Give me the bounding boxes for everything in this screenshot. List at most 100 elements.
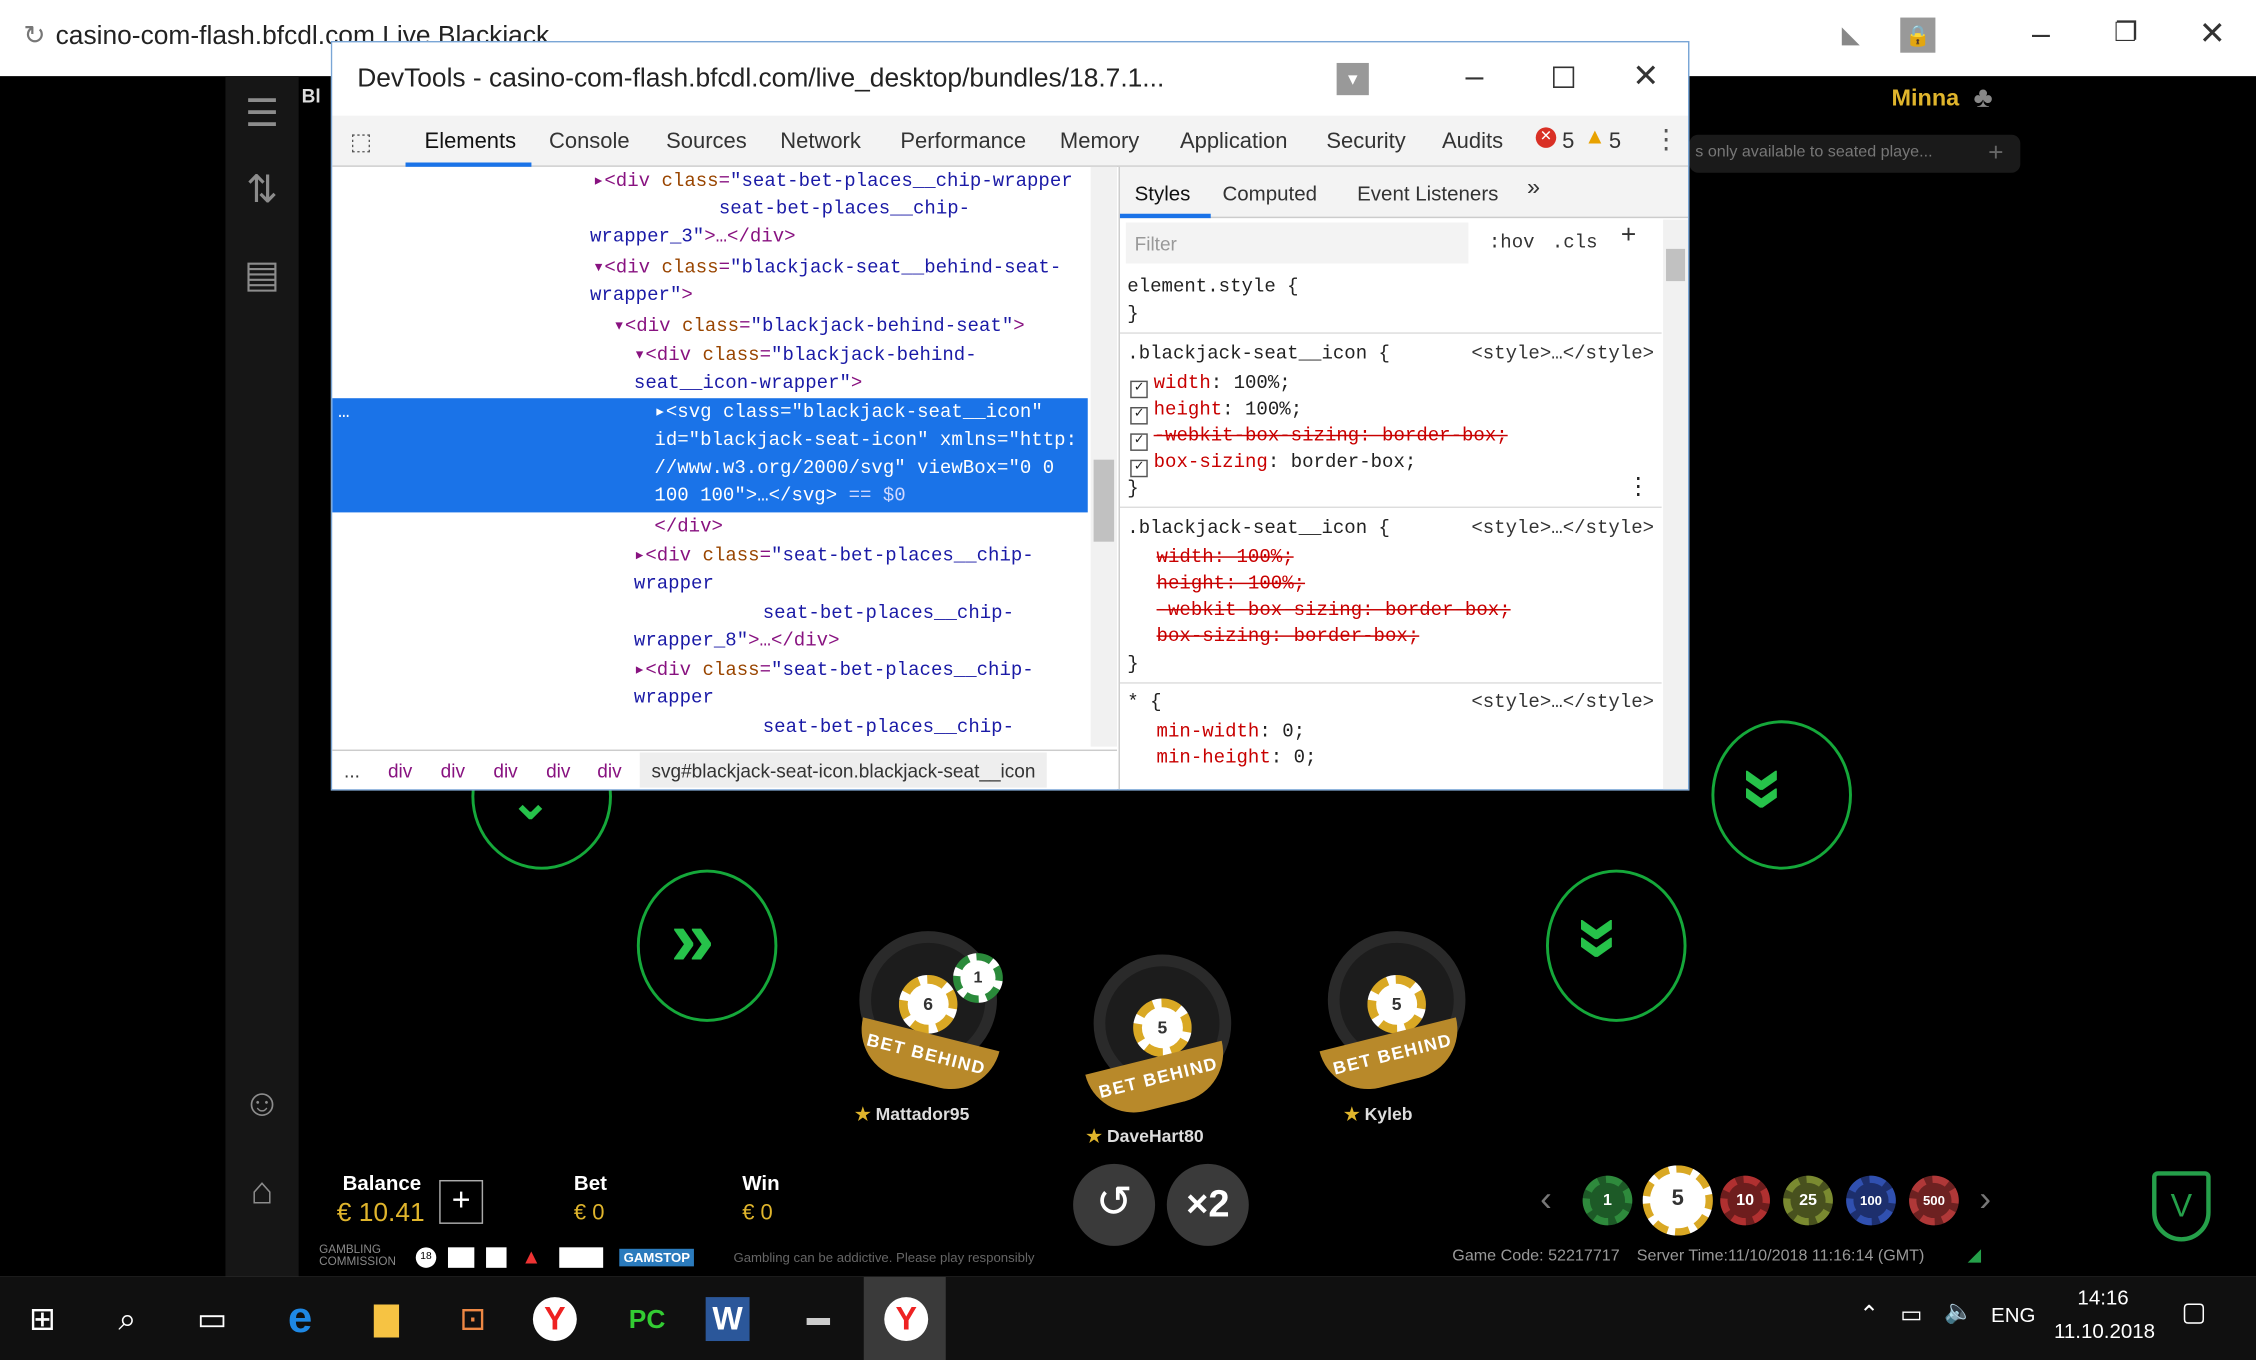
yandex-browser-active-icon[interactable]: Y (884, 1297, 929, 1342)
dom-node[interactable]: </div> (654, 515, 723, 537)
chevron-up-icon[interactable]: ⌃ (1859, 1300, 1879, 1329)
breadcrumb-item[interactable]: div (388, 760, 412, 782)
minimize-icon[interactable]: – (2032, 15, 2050, 53)
breadcrumb-item[interactable]: div (546, 760, 570, 782)
dom-node[interactable]: seat-bet-places__chip- (719, 198, 970, 220)
mask-icon[interactable]: ☺ (225, 1080, 298, 1125)
dom-node[interactable]: ▸<div class="seat-bet-places__chip- (634, 545, 1034, 567)
terminal-icon[interactable]: ▬ (791, 1291, 847, 1347)
chip-25[interactable]: 25 (1783, 1175, 1833, 1226)
breadcrumb-item-selected[interactable]: svg#blackjack-seat-icon.blackjack-seat__… (639, 752, 1048, 788)
breadcrumb-item[interactable]: div (597, 760, 621, 782)
search-icon[interactable]: ⌕ (100, 1291, 156, 1347)
styles-filter-input[interactable]: Filter (1125, 222, 1469, 264)
notifications-icon[interactable]: ▢ (2181, 1297, 2206, 1328)
warning-icon[interactable]: ▲ (1584, 124, 1606, 149)
table-icon[interactable]: ♣ (1973, 82, 1992, 116)
scrollbar-thumb[interactable] (1093, 459, 1115, 542)
tab-network[interactable]: Network (780, 129, 861, 154)
tab-application[interactable]: Application (1180, 129, 1287, 154)
dom-node[interactable]: wrapper"> (590, 284, 693, 306)
home-icon[interactable]: ⌂ (225, 1168, 298, 1213)
warning-count[interactable]: 5 (1609, 129, 1621, 154)
checkbox-icon[interactable]: ✓ (1130, 406, 1148, 425)
checkbox-icon[interactable]: ✓ (1130, 459, 1148, 478)
shield-icon[interactable]: ▾ (1336, 62, 1369, 96)
minimize-icon[interactable]: – (1465, 57, 1483, 95)
tab-computed[interactable]: Computed (1222, 182, 1317, 205)
overflow-icon[interactable]: » (1527, 176, 1540, 202)
folder-icon[interactable]: ▇ (359, 1291, 415, 1347)
chip-500[interactable]: 500 (1909, 1175, 1959, 1226)
add-funds-button[interactable]: + (439, 1179, 484, 1224)
css-source[interactable]: <style>…</style> (1471, 691, 1654, 713)
css-declaration[interactable]: ✓ width: 100%; (1130, 372, 1291, 399)
chip-prev-icon[interactable]: ‹ (1540, 1180, 1552, 1221)
lock-icon[interactable]: 🔒 (1900, 17, 1936, 53)
double-button[interactable]: ×2 (1166, 1163, 1249, 1246)
css-declaration[interactable]: ✓ box-sizing: border-box; (1130, 451, 1416, 478)
checkbox-icon[interactable]: ✓ (1130, 380, 1148, 399)
restore-icon[interactable]: ❐ (2114, 18, 2138, 49)
windows-start-icon[interactable]: ⊞ (15, 1291, 71, 1347)
tab-event-listeners[interactable]: Event Listeners (1357, 182, 1498, 205)
chip-100[interactable]: 100 (1846, 1175, 1896, 1226)
breadcrumb-item[interactable]: div (441, 760, 465, 782)
dom-node[interactable]: wrapper (634, 572, 714, 594)
battery-icon[interactable]: ▭ (1900, 1300, 1922, 1329)
language-indicator[interactable]: ENG (1991, 1303, 2035, 1326)
css-declaration[interactable]: min-height: 0; (1157, 747, 1317, 769)
undo-button[interactable]: ↺ (1073, 1163, 1156, 1246)
new-rule-icon[interactable]: + (1621, 223, 1637, 252)
dom-node[interactable]: wrapper_8">…</div> (634, 630, 840, 652)
chip-5-selected[interactable]: 5 (1642, 1165, 1713, 1236)
css-declaration[interactable]: -webkit-box-sizing: border-box; (1157, 599, 1511, 621)
error-count[interactable]: 5 (1562, 129, 1574, 154)
store-icon[interactable]: ⊡ (445, 1291, 501, 1347)
error-icon[interactable]: ✕ (1535, 127, 1557, 148)
clock-date[interactable]: 11.10.2018 (2054, 1319, 2155, 1342)
dom-node[interactable]: ▾<div class="blackjack-behind- (634, 344, 977, 366)
pycharm-icon[interactable]: PC (619, 1291, 675, 1347)
css-source[interactable]: <style>…</style> (1471, 343, 1654, 365)
tab-memory[interactable]: Memory (1060, 129, 1139, 154)
scrollbar-thumb[interactable] (1666, 248, 1686, 282)
edge-icon[interactable]: e (272, 1291, 328, 1347)
css-declaration[interactable]: width: 100%; (1157, 546, 1294, 568)
more-icon[interactable]: ⋮ (1627, 471, 1650, 500)
hov-toggle[interactable]: :hov (1489, 231, 1535, 253)
extension-icon[interactable]: ◣ (1842, 20, 1860, 49)
css-declaration[interactable]: ✓ height: 100%; (1130, 398, 1302, 425)
tab-styles[interactable]: Styles (1135, 182, 1191, 205)
tab-sources[interactable]: Sources (666, 129, 747, 154)
word-icon[interactable]: W (705, 1297, 750, 1342)
dom-node[interactable]: wrapper (634, 687, 714, 709)
cls-toggle[interactable]: .cls (1552, 231, 1598, 253)
list-icon[interactable]: ▤ (225, 252, 298, 297)
maximize-icon[interactable]: ☐ (1550, 60, 1576, 97)
scrollbar[interactable] (1663, 219, 1688, 790)
close-icon[interactable]: ✕ (1632, 57, 1659, 95)
dom-node[interactable]: ▾<div class="blackjack-seat__behind-seat… (593, 256, 1061, 278)
dom-node[interactable]: ▸<div class="seat-bet-places__chip- (634, 659, 1034, 681)
close-icon[interactable]: ✕ (2199, 15, 2226, 53)
more-icon[interactable]: ⋮ (1653, 124, 1679, 155)
volume-icon[interactable]: 🔈 (1944, 1297, 1973, 1326)
reload-icon[interactable]: ↻ (23, 20, 45, 51)
dom-node[interactable]: seat-bet-places__chip- (763, 716, 1014, 738)
checkbox-icon[interactable]: ✓ (1130, 433, 1148, 451)
breadcrumb-item[interactable]: ... (344, 760, 360, 782)
tab-security[interactable]: Security (1326, 129, 1405, 154)
menu-icon[interactable]: ☰ (225, 91, 298, 136)
css-declaration[interactable]: height: 100%; (1157, 572, 1305, 594)
clock-time[interactable]: 14:16 (2077, 1285, 2128, 1308)
chip-next-icon[interactable]: › (1979, 1180, 1991, 1221)
plus-icon[interactable]: + (1988, 138, 2003, 169)
tab-performance[interactable]: Performance (900, 129, 1026, 154)
chip-1[interactable]: 1 (1582, 1175, 1633, 1226)
css-declaration[interactable]: ✓ -webkit-box-sizing: border-box; (1130, 425, 1508, 451)
dom-node[interactable]: ▾<div class="blackjack-behind-seat"> (613, 315, 1024, 337)
css-declaration[interactable]: min-width: 0; (1157, 720, 1306, 742)
dom-node[interactable]: wrapper_3">…</div> (590, 225, 796, 247)
breadcrumb-item[interactable]: div (493, 760, 517, 782)
